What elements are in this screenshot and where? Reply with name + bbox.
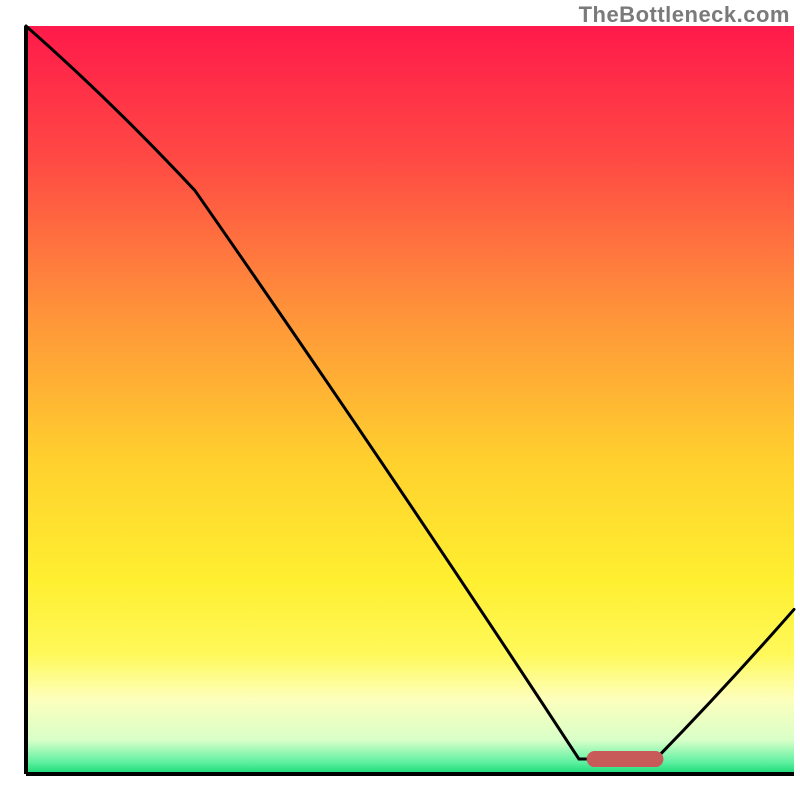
optimal-range-marker	[587, 751, 664, 767]
attribution-watermark: TheBottleneck.com	[579, 2, 790, 28]
chart-canvas	[0, 0, 800, 800]
chart-gradient-background	[26, 26, 794, 774]
bottleneck-chart: TheBottleneck.com	[0, 0, 800, 800]
